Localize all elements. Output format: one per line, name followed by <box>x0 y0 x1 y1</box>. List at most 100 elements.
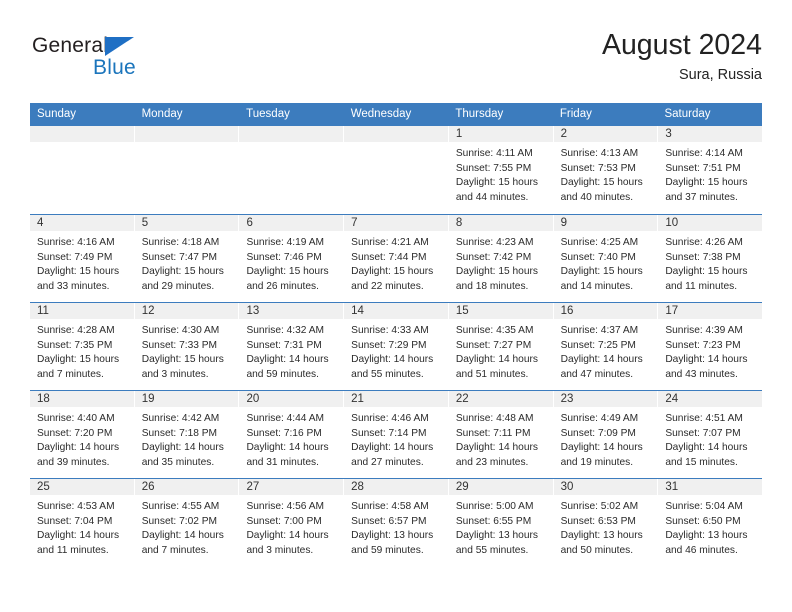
weekday-header-row: Sunday Monday Tuesday Wednesday Thursday Frid… <box>30 103 762 126</box>
day-details: Sunrise: 4:48 AM Sunset: 7:11 PM Daylight:… <box>449 408 553 470</box>
calendar-day-cell[interactable]: 15 Sunrise: 4:35 AM Sunset: 7:27 PM Dayligh… <box>448 303 554 390</box>
calendar-day-cell[interactable]: 23 Sunrise: 4:49 AM Sunset: 7:09 PM Dayligh… <box>553 391 659 478</box>
day-details: Sunrise: 4:40 AM Sunset: 7:20 PM Daylight:… <box>30 408 134 470</box>
calendar-day-cell[interactable]: 30 Sunrise: 5:02 AM Sunset: 6:53 PM Dayligh… <box>553 479 659 566</box>
day-details: Sunrise: 4:53 AM Sunset: 7:04 PM Daylight:… <box>30 496 134 558</box>
daylight-text: and 3 minutes. <box>246 544 314 556</box>
sunset-text: Sunset: 7:55 PM <box>455 162 532 174</box>
day-number: 7 <box>351 217 358 229</box>
sunrise-text: Sunrise: 4:26 AM <box>665 237 743 248</box>
daylight-text: and 51 minutes. <box>455 368 529 380</box>
calendar-day-cell[interactable]: 9 Sunrise: 4:25 AM Sunset: 7:40 PM Daylight… <box>553 215 659 302</box>
day-number-band <box>239 126 344 143</box>
sunrise-text: Sunrise: 4:23 AM <box>455 237 534 248</box>
logo-text-blue: Blue <box>93 56 136 79</box>
calendar-day-cell[interactable]: 8 Sunrise: 4:23 AM Sunset: 7:42 PM Daylight… <box>448 215 554 302</box>
sunset-text: Sunset: 7:18 PM <box>141 427 218 439</box>
sunrise-text: Sunrise: 4:49 AM <box>560 413 639 424</box>
calendar-day-cell[interactable]: 31 Sunrise: 5:04 AM Sunset: 6:50 PM Dayligh… <box>658 479 763 566</box>
sunrise-text: Sunrise: 4:39 AM <box>665 325 743 336</box>
day-number: 28 <box>351 481 364 493</box>
calendar-day-cell[interactable]: 6 Sunrise: 4:19 AM Sunset: 7:46 PM Daylight… <box>239 215 345 302</box>
daylight-text: and 11 minutes. <box>665 280 738 292</box>
calendar-day-cell[interactable]: 29 Sunrise: 5:00 AM Sunset: 6:55 PM Dayligh… <box>448 479 554 566</box>
daylight-text: and 11 minutes. <box>37 544 109 556</box>
sunrise-text: Sunrise: 4:18 AM <box>141 237 220 248</box>
calendar-day-cell[interactable]: 26 Sunrise: 4:55 AM Sunset: 7:02 PM Dayligh… <box>134 479 240 566</box>
daylight-text: Daylight: 14 hours <box>665 442 748 454</box>
daylight-text: and 40 minutes. <box>560 191 634 203</box>
calendar-day-cell[interactable]: 28 Sunrise: 4:58 AM Sunset: 6:57 PM Dayligh… <box>344 479 449 566</box>
calendar-day-cell[interactable]: 5 Sunrise: 4:18 AM Sunset: 7:47 PM Daylight… <box>134 215 240 302</box>
sunrise-text: Sunrise: 4:46 AM <box>351 413 429 424</box>
sunrise-text: Sunrise: 4:56 AM <box>246 501 325 512</box>
sunset-text: Sunset: 7:11 PM <box>455 427 531 439</box>
daylight-text: and 22 minutes. <box>351 280 424 292</box>
calendar-day-cell[interactable]: 7 Sunrise: 4:21 AM Sunset: 7:44 PM Daylight… <box>344 215 449 302</box>
day-details: Sunrise: 4:18 AM Sunset: 7:47 PM Daylight:… <box>135 232 239 294</box>
day-number: 11 <box>37 305 49 317</box>
day-number: 16 <box>560 305 574 317</box>
day-number: 17 <box>665 305 679 317</box>
daylight-text: and 27 minutes. <box>351 456 424 468</box>
day-number: 31 <box>665 481 679 493</box>
calendar-day-cell[interactable]: 17 Sunrise: 4:39 AM Sunset: 7:23 PM Dayligh… <box>658 303 763 390</box>
calendar-day-cell[interactable]: 12 Sunrise: 4:30 AM Sunset: 7:33 PM Dayligh… <box>134 303 240 390</box>
sunset-text: Sunset: 6:53 PM <box>560 515 636 527</box>
calendar-day-cell[interactable]: 16 Sunrise: 4:37 AM Sunset: 7:25 PM Dayligh… <box>553 303 659 390</box>
calendar-day-cell[interactable]: 4 Sunrise: 4:16 AM Sunset: 7:49 PM Daylight… <box>30 215 135 302</box>
calendar-day-cell[interactable]: 22 Sunrise: 4:48 AM Sunset: 7:11 PM Dayligh… <box>448 391 554 478</box>
calendar-day-cell[interactable]: 18 Sunrise: 4:40 AM Sunset: 7:20 PM Dayligh… <box>30 391 135 478</box>
calendar-day-cell[interactable]: 21 Sunrise: 4:46 AM Sunset: 7:14 PM Dayligh… <box>344 391 449 478</box>
weekday-header-thursday: Thursday <box>455 108 504 120</box>
sunset-text: Sunset: 7:38 PM <box>665 251 741 263</box>
sunrise-text: Sunrise: 4:30 AM <box>141 325 220 336</box>
calendar-day-cell[interactable]: 24 Sunrise: 4:51 AM Sunset: 7:07 PM Dayligh… <box>658 391 763 478</box>
calendar-body: 1 Sunrise: 4:11 AM Sunset: 7:55 PM Daylight… <box>30 126 763 566</box>
daylight-text: and 37 minutes. <box>665 191 738 203</box>
sunrise-text: Sunrise: 4:44 AM <box>246 413 325 424</box>
calendar-day-cell[interactable]: 27 Sunrise: 4:56 AM Sunset: 7:00 PM Dayligh… <box>239 479 345 566</box>
calendar-day-cell[interactable]: 11 Sunrise: 4:28 AM Sunset: 7:35 PM Dayligh… <box>30 303 135 390</box>
daylight-text: and 46 minutes. <box>665 544 738 556</box>
weekday-header-wednesday: Wednesday <box>350 108 412 120</box>
daylight-text: Daylight: 13 hours <box>351 530 434 542</box>
day-number-band <box>344 215 448 232</box>
calendar-page: General Blue August 2024 Sura, Russia Su… <box>0 0 792 612</box>
sunrise-text: Sunrise: 5:00 AM <box>455 501 534 512</box>
day-details: Sunrise: 4:42 AM Sunset: 7:18 PM Daylight:… <box>135 408 239 470</box>
day-number: 24 <box>665 393 679 405</box>
daylight-text: and 44 minutes. <box>455 191 529 203</box>
daylight-text: and 23 minutes. <box>455 456 529 468</box>
day-number: 3 <box>665 128 672 140</box>
logo-triangle-icon <box>105 37 134 56</box>
sunset-text: Sunset: 7:16 PM <box>246 427 322 439</box>
calendar-day-cell[interactable]: 14 Sunrise: 4:33 AM Sunset: 7:29 PM Dayligh… <box>344 303 449 390</box>
calendar-day-cell[interactable]: 10 Sunrise: 4:26 AM Sunset: 7:38 PM Dayligh… <box>658 215 763 302</box>
calendar-day-cell[interactable]: 13 Sunrise: 4:32 AM Sunset: 7:31 PM Dayligh… <box>239 303 345 390</box>
calendar-day-cell[interactable]: 25 Sunrise: 4:53 AM Sunset: 7:04 PM Dayligh… <box>30 479 135 566</box>
sunset-text: Sunset: 7:09 PM <box>560 427 636 439</box>
daylight-text: and 31 minutes. <box>246 456 319 468</box>
calendar-day-cell[interactable]: 1 Sunrise: 4:11 AM Sunset: 7:55 PM Daylight… <box>448 126 554 214</box>
calendar-day-cell[interactable]: 20 Sunrise: 4:44 AM Sunset: 7:16 PM Dayligh… <box>239 391 345 478</box>
calendar-day-cell[interactable]: 3 Sunrise: 4:14 AM Sunset: 7:51 PM Daylight… <box>658 126 763 214</box>
daylight-text: and 18 minutes. <box>455 280 529 292</box>
day-number: 8 <box>455 217 463 229</box>
sunrise-text: Sunrise: 4:25 AM <box>560 237 639 248</box>
day-number: 1 <box>455 128 463 140</box>
calendar-day-cell[interactable]: 2 Sunrise: 4:13 AM Sunset: 7:53 PM Daylight… <box>553 126 659 214</box>
sunset-text: Sunset: 7:49 PM <box>37 251 113 263</box>
calendar-day-cell[interactable]: 19 Sunrise: 4:42 AM Sunset: 7:18 PM Dayligh… <box>134 391 240 478</box>
general-blue-logo[interactable]: General Blue <box>32 34 222 90</box>
daylight-text: Daylight: 15 hours <box>37 354 120 366</box>
daylight-text: and 26 minutes. <box>246 280 319 292</box>
daylight-text: Daylight: 14 hours <box>246 442 329 454</box>
daylight-text: and 19 minutes. <box>560 456 634 468</box>
page-subtitle: Sura, Russia <box>678 67 762 83</box>
daylight-text: and 7 minutes. <box>37 368 104 380</box>
daylight-text: and 50 minutes. <box>560 544 634 556</box>
day-details: Sunrise: 5:04 AM Sunset: 6:50 PM Daylight:… <box>658 496 762 558</box>
day-details: Sunrise: 4:58 AM Sunset: 6:57 PM Daylight:… <box>344 496 448 558</box>
sunset-text: Sunset: 7:51 PM <box>665 162 741 174</box>
